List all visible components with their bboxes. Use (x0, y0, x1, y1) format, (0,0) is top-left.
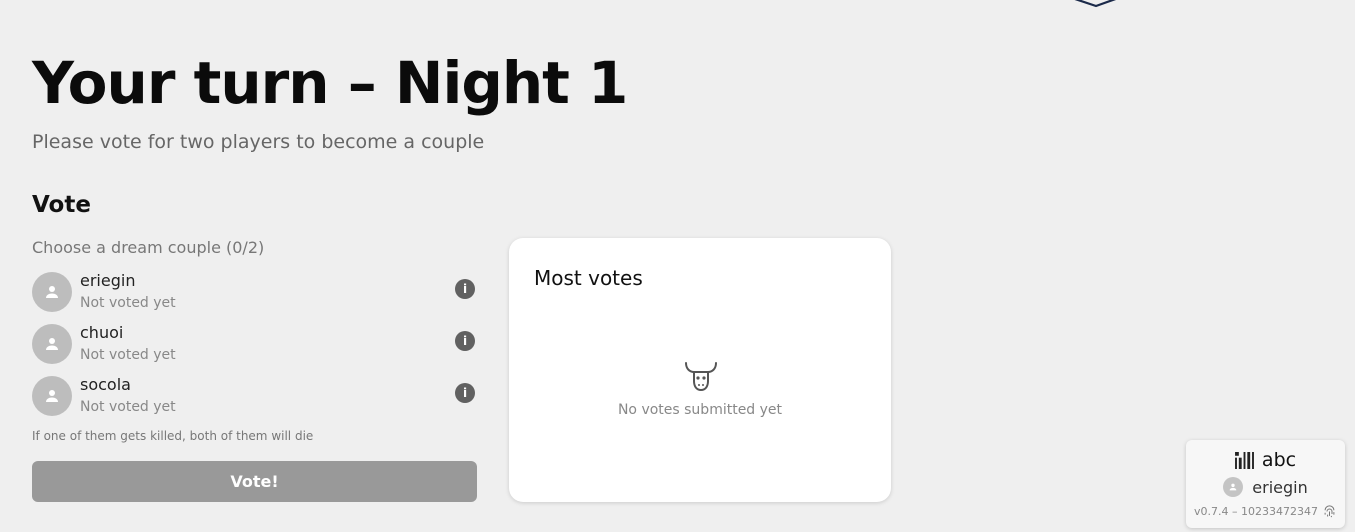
user-row: eriegin (1186, 477, 1345, 497)
page-title: Your turn – Night 1 (32, 49, 628, 117)
version-row: v0.7.4 – 10233472347 (1186, 504, 1345, 519)
player-status: Not voted yet (80, 347, 176, 363)
version-text: v0.7.4 – 10233472347 (1194, 505, 1318, 518)
avatar (32, 376, 72, 416)
player-name: socola (80, 375, 131, 394)
person-icon (46, 286, 58, 298)
player-row-eriegin[interactable]: eriegin Not voted yet i (32, 270, 477, 322)
avatar (32, 272, 72, 312)
most-votes-title: Most votes (534, 266, 643, 290)
info-icon[interactable]: i (455, 279, 475, 299)
page-subtitle: Please vote for two players to become a … (32, 131, 485, 153)
avatar (1223, 477, 1244, 497)
logo-fragment (1074, 0, 1117, 8)
player-status: Not voted yet (80, 295, 176, 311)
vote-button[interactable]: Vote! (32, 461, 477, 502)
fingerprint-icon[interactable] (1322, 504, 1337, 519)
player-status: Not voted yet (80, 399, 176, 415)
player-name: chuoi (80, 323, 124, 342)
most-votes-card: Most votes No votes submitted yet (509, 238, 891, 502)
avatar (32, 324, 72, 364)
game-row: abc (1186, 449, 1345, 471)
player-row-socola[interactable]: socola Not voted yet i (32, 374, 477, 426)
no-votes-text: No votes submitted yet (617, 402, 783, 418)
user-name: eriegin (1252, 477, 1308, 497)
info-icon[interactable]: i (455, 383, 475, 403)
player-row-chuoi[interactable]: chuoi Not voted yet i (32, 322, 477, 374)
barcode-icon (1234, 451, 1254, 469)
person-icon (1229, 483, 1237, 491)
info-icon[interactable]: i (455, 331, 475, 351)
couple-death-note: If one of them gets killed, both of them… (32, 429, 314, 443)
bull-skull-icon (685, 362, 717, 392)
game-name: abc (1261, 449, 1297, 471)
player-name: eriegin (80, 271, 136, 290)
person-icon (46, 338, 58, 350)
vote-hint: Choose a dream couple (0/2) (32, 238, 265, 257)
player-list: eriegin Not voted yet i chuoi Not voted … (32, 270, 477, 426)
session-widget[interactable]: abc eriegin v0.7.4 – 10233472347 (1186, 440, 1345, 528)
vote-section-title: Vote (32, 192, 91, 218)
person-icon (46, 390, 58, 402)
